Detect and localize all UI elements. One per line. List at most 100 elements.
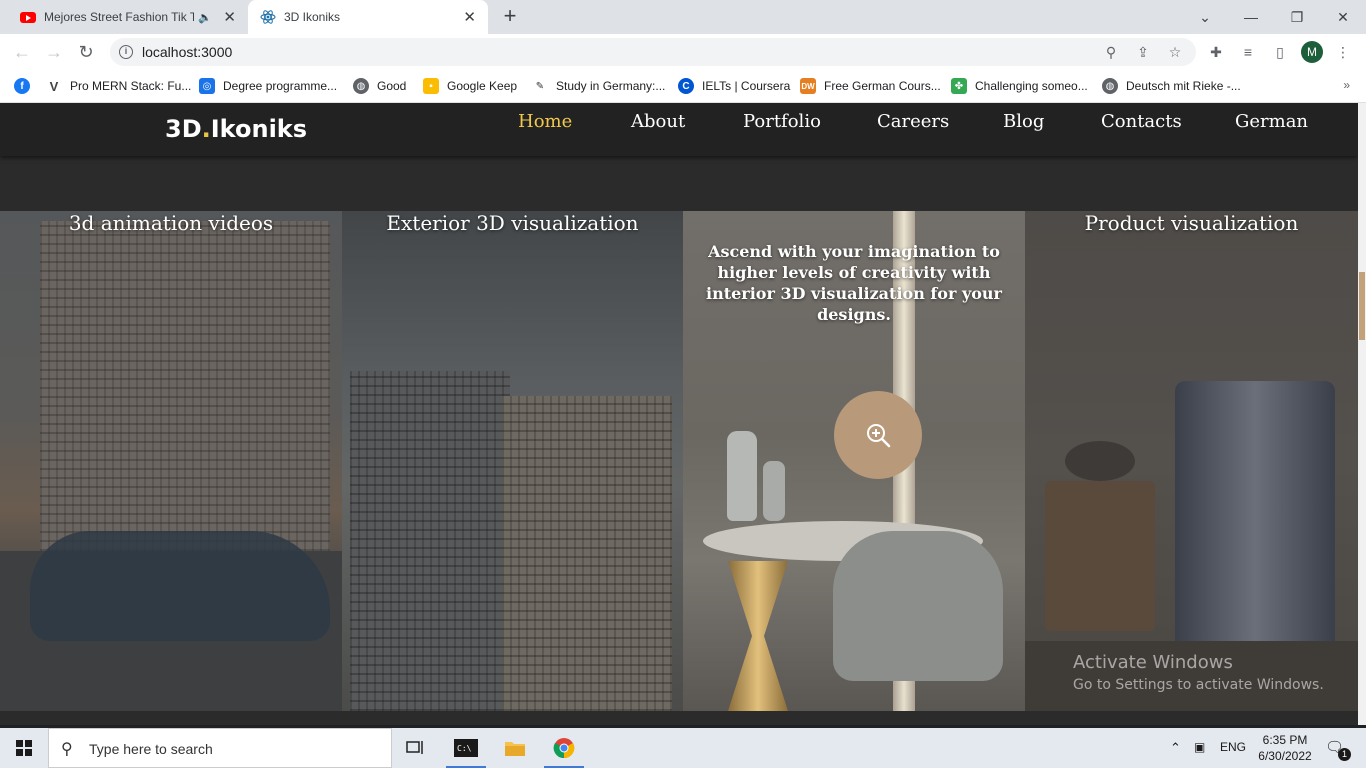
- zoom-in-icon: [867, 424, 891, 448]
- logo-dot: .: [201, 115, 211, 143]
- terminal-app-icon[interactable]: C:\: [442, 728, 490, 768]
- new-tab-button[interactable]: +: [498, 5, 522, 29]
- daad-icon: ◎: [199, 78, 215, 94]
- vase-image: [727, 431, 757, 521]
- search-icon: ⚲: [61, 741, 73, 758]
- grinder-top: [1065, 441, 1135, 481]
- language-indicator[interactable]: ENG: [1220, 740, 1246, 754]
- react-icon: [260, 9, 276, 25]
- network-icon[interactable]: ▣: [1194, 740, 1205, 754]
- bookmark-item[interactable]: ◍ Good: [353, 76, 406, 96]
- search-placeholder: Type here to search: [89, 741, 213, 757]
- address-bar[interactable]: i localhost:3000 ⚲ ⇪ ☆: [110, 38, 1196, 66]
- panel-title: Exterior 3D visualization: [386, 211, 639, 235]
- nav-about[interactable]: About: [631, 111, 685, 132]
- reload-button[interactable]: ↻: [74, 40, 98, 64]
- panel-exterior-visualization[interactable]: Exterior 3D visualization: [342, 211, 683, 711]
- taskbar-search[interactable]: ⚲ Type here to search: [48, 728, 392, 768]
- windows-start-icon[interactable]: [16, 740, 32, 756]
- close-tab-icon[interactable]: ✕: [223, 8, 236, 26]
- page-scrollbar[interactable]: [1358, 103, 1366, 725]
- site-navbar: 3D.Ikoniks Home About Portfolio Careers …: [0, 103, 1358, 156]
- share-icon[interactable]: ⇪: [1134, 43, 1152, 61]
- info-icon[interactable]: i: [119, 45, 133, 59]
- panel-title: 3d animation videos: [68, 211, 274, 235]
- activate-windows-watermark: Activate Windows Go to Settings to activ…: [1073, 652, 1324, 693]
- globe-icon: ◍: [1102, 78, 1118, 94]
- bookmark-item[interactable]: DW Free German Cours...: [800, 76, 941, 96]
- bookmark-label: IELTs | Coursera: [702, 79, 791, 93]
- bookmark-label: Free German Cours...: [824, 79, 941, 93]
- coursera-icon: C: [678, 78, 694, 94]
- nav-blog[interactable]: Blog: [1003, 111, 1044, 132]
- tab-title: 3D Ikoniks: [284, 10, 341, 24]
- logo-main: 3D: [165, 115, 202, 143]
- system-clock[interactable]: 6:35 PM 6/30/2022: [1254, 732, 1316, 764]
- chrome-app-icon[interactable]: [540, 728, 588, 768]
- tab-search-icon[interactable]: ⌄: [1182, 0, 1228, 34]
- facebook-icon: f: [14, 78, 30, 94]
- more-bookmarks-icon[interactable]: »: [1343, 78, 1350, 92]
- grid-icon: ✤: [951, 78, 967, 94]
- dw-icon: DW: [800, 78, 816, 94]
- forward-button[interactable]: →: [42, 40, 66, 64]
- website-viewport: 3D.Ikoniks Home About Portfolio Careers …: [0, 103, 1358, 725]
- bookmark-item[interactable]: ▪ Google Keep: [423, 76, 517, 96]
- site-logo[interactable]: 3D.Ikoniks: [165, 115, 307, 143]
- bookmark-label: Good: [377, 79, 407, 93]
- panel-interior-visualization[interactable]: Ascend with your imagination to higher l…: [683, 211, 1025, 711]
- restore-button[interactable]: ❐: [1274, 0, 1320, 34]
- bookmark-star-icon[interactable]: ☆: [1166, 43, 1184, 61]
- chevron-up-icon[interactable]: ⌃: [1170, 740, 1181, 756]
- menu-icon[interactable]: ⋮: [1333, 42, 1353, 62]
- zoom-in-button[interactable]: [834, 391, 922, 479]
- nav-portfolio[interactable]: Portfolio: [743, 111, 821, 132]
- svg-text:C:\: C:\: [457, 744, 472, 753]
- nav-german[interactable]: German: [1235, 111, 1308, 132]
- bookmark-item[interactable]: ✤ Challenging someo...: [951, 76, 1088, 96]
- panel-3d-animation[interactable]: 3d animation videos: [0, 211, 342, 711]
- tab-title: Mejores Street Fashion Tik To: [44, 10, 194, 24]
- bookmark-item[interactable]: ✎ Study in Germany:...: [532, 76, 666, 96]
- url-text: localhost:3000: [142, 44, 233, 60]
- youtube-icon: [20, 9, 36, 25]
- close-tab-icon[interactable]: ✕: [463, 8, 476, 26]
- nav-careers[interactable]: Careers: [877, 111, 949, 132]
- panel-title: Product visualization: [1084, 211, 1299, 235]
- bookmark-item[interactable]: V Pro MERN Stack: Fu...: [46, 76, 192, 96]
- panel-product-visualization[interactable]: Product visualization: [1025, 211, 1358, 711]
- file-explorer-icon[interactable]: [491, 728, 539, 768]
- profile-avatar[interactable]: M: [1301, 41, 1323, 63]
- notification-badge: 1: [1338, 748, 1351, 761]
- nav-home[interactable]: Home: [518, 111, 572, 132]
- keep-icon: ▪: [423, 78, 439, 94]
- chair-image: [833, 531, 1003, 681]
- logo-rest: Ikoniks: [210, 115, 308, 143]
- tower-left-windows: [350, 371, 510, 711]
- globe-icon: ◍: [353, 78, 369, 94]
- bookmark-label: Study in Germany:...: [556, 79, 666, 93]
- tab-3d-ikoniks[interactable]: 3D Ikoniks ✕: [248, 0, 488, 34]
- tab-youtube[interactable]: Mejores Street Fashion Tik To 🔈 ✕: [8, 0, 248, 34]
- bookmark-facebook[interactable]: f: [14, 76, 38, 96]
- bookmark-item[interactable]: ◍ Deutsch mit Rieke -...: [1102, 76, 1241, 96]
- tab-strip: Mejores Street Fashion Tik To 🔈 ✕ 3D Iko…: [0, 0, 1366, 34]
- extensions-icon[interactable]: ✚: [1206, 42, 1226, 62]
- bookmark-item[interactable]: ◎ Degree programme...: [199, 76, 337, 96]
- vase-image: [763, 461, 785, 521]
- speaker-icon[interactable]: 🔈: [198, 11, 212, 24]
- clock-time: 6:35 PM: [1262, 733, 1308, 747]
- close-window-button[interactable]: ✕: [1320, 0, 1366, 34]
- nav-contacts[interactable]: Contacts: [1101, 111, 1182, 132]
- side-panel-icon[interactable]: ▯: [1270, 42, 1290, 62]
- scrollbar-thumb[interactable]: [1359, 272, 1365, 340]
- windows-taskbar: ⚲ Type here to search C:\ ⌃ ▣ ENG 6:35 P…: [0, 728, 1366, 768]
- study-icon: ✎: [535, 80, 545, 92]
- bookmark-item[interactable]: C IELTs | Coursera: [678, 76, 790, 96]
- zoom-icon[interactable]: ⚲: [1102, 43, 1120, 61]
- media-control-icon[interactable]: ≡: [1238, 42, 1258, 62]
- minimize-button[interactable]: —: [1228, 0, 1274, 34]
- task-view-icon[interactable]: [392, 728, 440, 768]
- watermark-line2: Go to Settings to activate Windows.: [1073, 677, 1324, 693]
- back-button[interactable]: ←: [10, 40, 34, 64]
